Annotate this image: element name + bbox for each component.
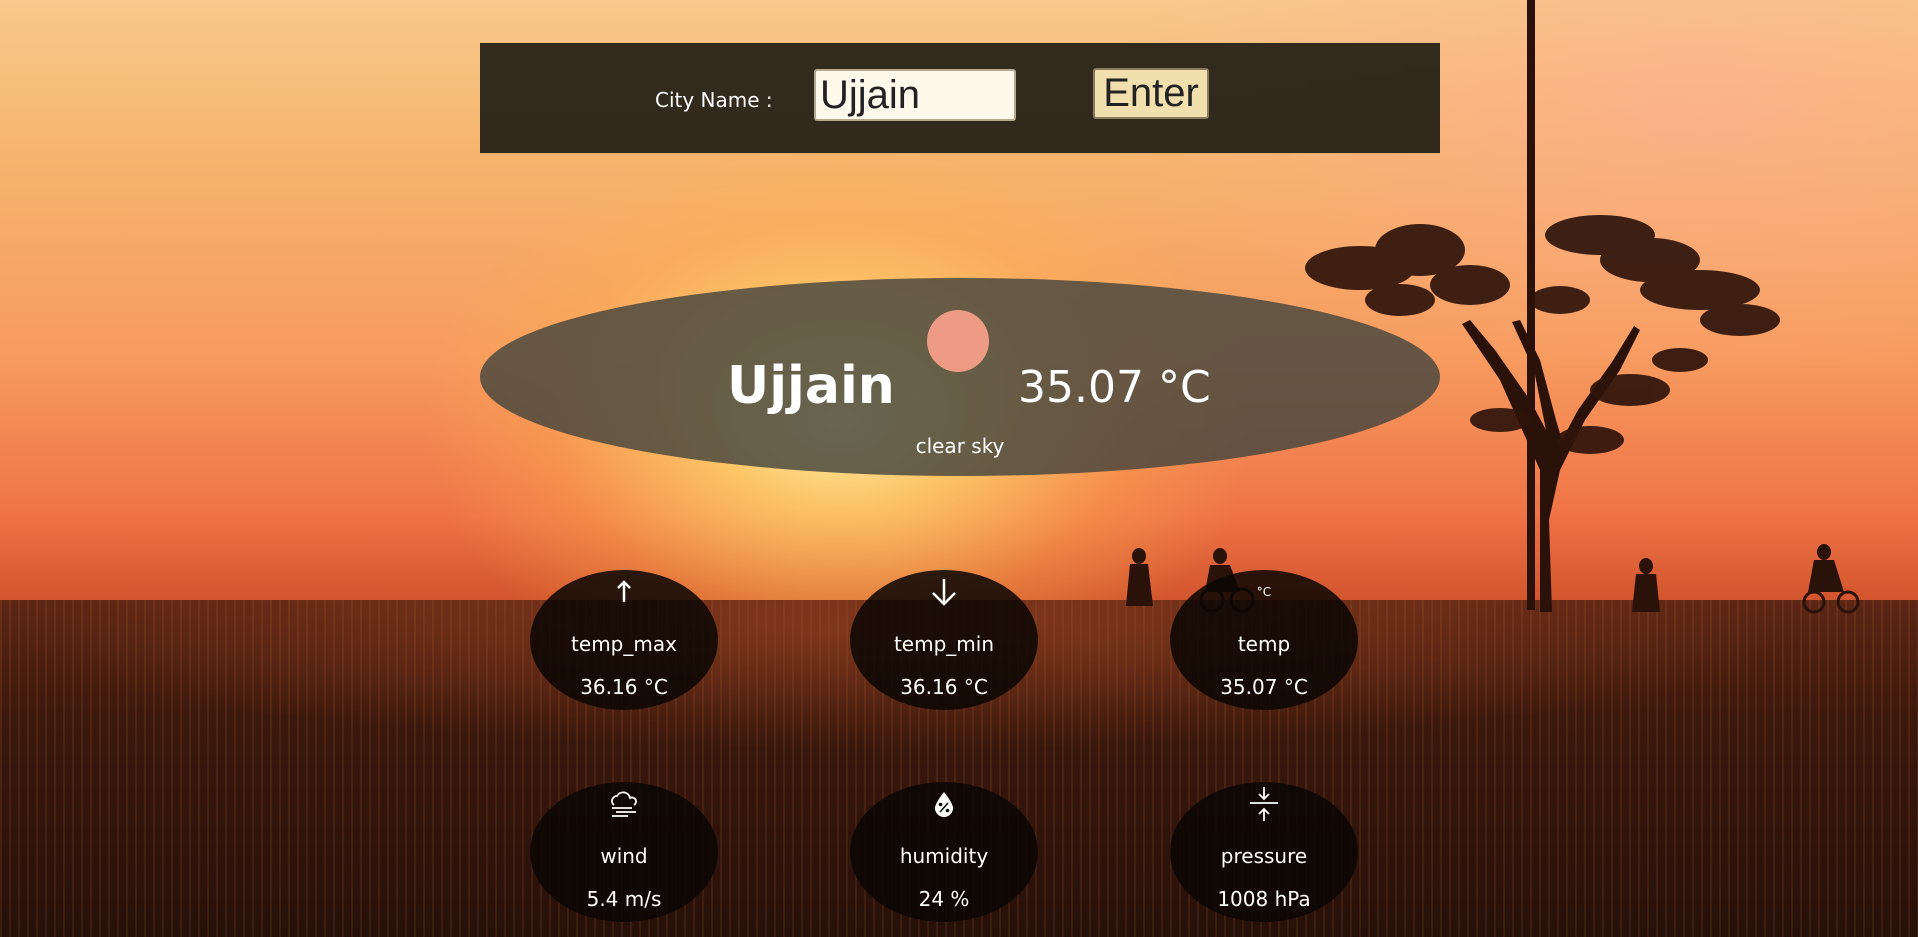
stat-card-humidity: humidity 24 % <box>850 782 1038 922</box>
stat-label: humidity <box>899 844 989 868</box>
stat-label: pressure <box>1220 844 1308 868</box>
stat-card-wind: wind 5.4 m/s <box>530 782 718 922</box>
sun-icon <box>927 310 989 372</box>
stat-label: wind <box>600 844 648 868</box>
enter-button[interactable]: Enter <box>1093 68 1209 119</box>
arrow-up-icon <box>530 576 718 608</box>
stat-card-temp-min: temp_min 36.16 °C <box>850 570 1038 710</box>
tree-trunk <box>1462 320 1640 612</box>
stat-card-pressure: pressure 1008 hPa <box>1170 782 1358 922</box>
arrow-down-icon <box>850 576 1038 608</box>
stat-card-temp: °C temp 35.07 °C <box>1170 570 1358 710</box>
stat-label: temp_max <box>571 632 677 656</box>
city-name-input[interactable] <box>814 69 1016 121</box>
current-temperature: 35.07 °C <box>1018 362 1211 413</box>
humidity-drop-icon <box>850 788 1038 820</box>
stat-value: 36.16 °C <box>900 675 988 699</box>
stat-value: 24 % <box>918 887 970 911</box>
weather-description: clear sky <box>915 434 1005 458</box>
stat-value: 1008 hPa <box>1217 887 1311 911</box>
stat-value: 5.4 m/s <box>586 887 662 911</box>
stat-value: 36.16 °C <box>580 675 668 699</box>
cloud-wind-icon <box>530 788 718 820</box>
stat-label: temp_min <box>893 632 995 656</box>
celsius-icon: °C <box>1256 585 1272 599</box>
stat-card-temp-max: temp_max 36.16 °C <box>530 570 718 710</box>
city-name-label: City Name : <box>655 88 773 112</box>
stat-value: 35.07 °C <box>1220 675 1308 699</box>
city-title: Ujjain <box>727 356 895 416</box>
pressure-arrows-icon <box>1170 787 1358 821</box>
stat-label: temp <box>1237 632 1291 656</box>
background-scene: City Name : Enter Ujjain 35.07 °C clear … <box>0 0 1918 937</box>
